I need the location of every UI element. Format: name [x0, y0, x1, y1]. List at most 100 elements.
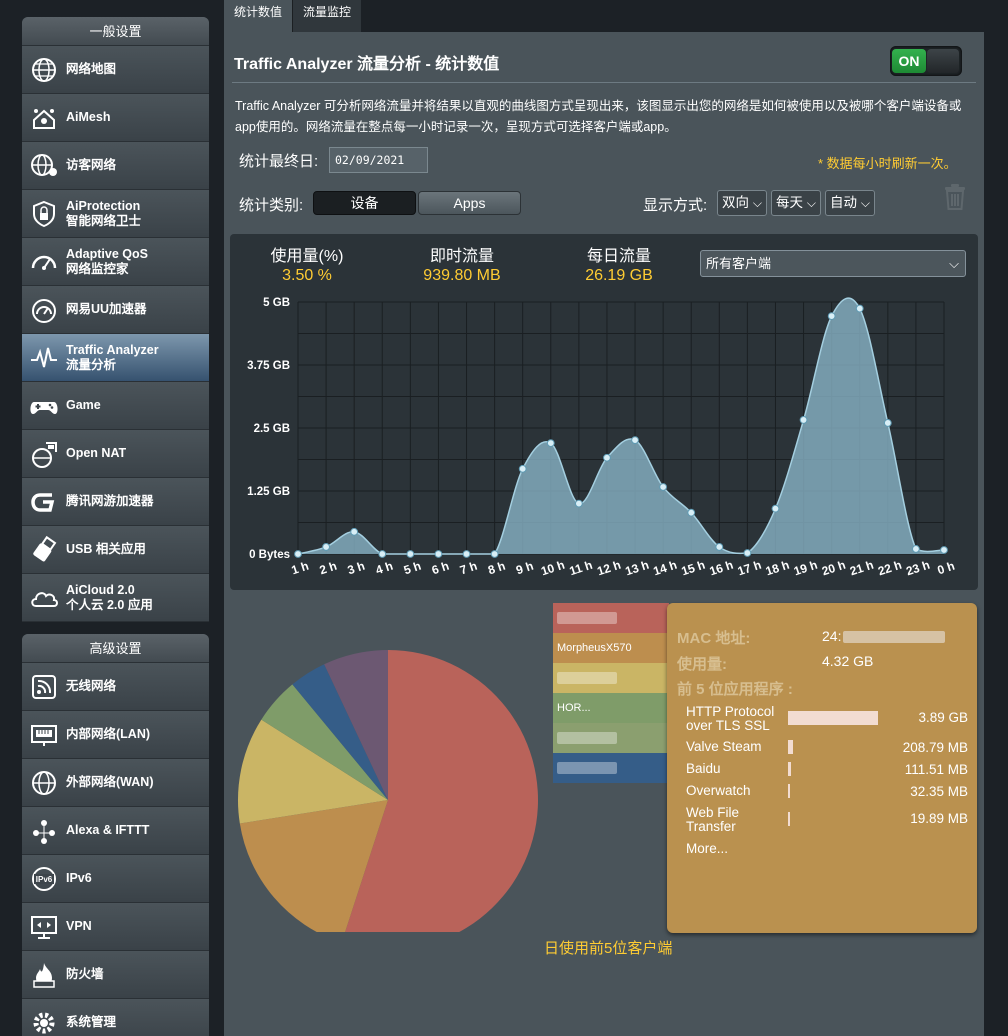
- sidebar-item-wan-globe[interactable]: 外部网络(WAN): [22, 759, 209, 807]
- data-point: [687, 508, 696, 517]
- sidebar-item-label: Adaptive QoS 网络监控家: [66, 246, 148, 276]
- data-point: [350, 527, 359, 536]
- sidebar-item-traffic-pulse[interactable]: Traffic Analyzer 流量分析: [22, 334, 209, 382]
- unit-select[interactable]: 自动 ⌵: [825, 190, 875, 216]
- pie-caption: 日使用前5位客户端: [544, 940, 673, 957]
- sidebar-item-label: 腾讯网游加速器: [66, 494, 154, 508]
- trash-icon[interactable]: [942, 182, 968, 212]
- advanced-settings-menu: 高级设置 无线网络 内部网络(LAN) 外部网络(WAN) Alexa & IFTTT…: [22, 634, 209, 1036]
- sidebar-item-ipv6-globe[interactable]: IPv6 IPv6: [22, 855, 209, 903]
- y-tick-label: 1.25 GB: [247, 486, 290, 498]
- more-apps-link[interactable]: More...: [686, 841, 728, 856]
- sidebar-item-label: VPN: [66, 919, 92, 933]
- display-mode-label: 显示方式:: [643, 197, 708, 214]
- period-select[interactable]: 每天 ⌵: [771, 190, 821, 216]
- legend-item[interactable]: HOR...: [553, 693, 669, 723]
- data-point: [743, 549, 752, 557]
- data-point: [940, 546, 948, 554]
- sidebar-item-label: Traffic Analyzer 流量分析: [66, 342, 159, 372]
- x-tick-label: 14 h: [652, 558, 679, 579]
- category-apps-button[interactable]: Apps: [418, 191, 521, 215]
- x-tick-label: 11 h: [568, 558, 595, 579]
- traffic-analyzer-toggle[interactable]: ON: [890, 46, 962, 76]
- sidebar-item-alexa[interactable]: Alexa & IFTTT: [22, 807, 209, 855]
- sidebar-item-label: 无线网络: [66, 679, 117, 693]
- x-tick-label: 5 h: [402, 559, 423, 578]
- legend-item[interactable]: [553, 753, 669, 783]
- sidebar-item-open-nat[interactable]: Open NAT: [22, 430, 209, 478]
- app-name: Overwatch: [686, 783, 751, 798]
- x-tick-label: 7 h: [458, 559, 479, 578]
- legend-label: MorpheusX570: [557, 642, 632, 654]
- data-point: [378, 550, 387, 558]
- sidebar-item-gamepad[interactable]: Game: [22, 382, 209, 430]
- legend-label-redacted: [557, 672, 617, 685]
- x-tick-label: 16 h: [708, 558, 735, 579]
- tab-traffic-monitor[interactable]: 流量监控: [292, 0, 362, 32]
- data-point: [855, 304, 864, 313]
- x-tick-label: 17 h: [736, 558, 763, 579]
- data-point: [715, 543, 724, 551]
- sidebar-item-globe-map[interactable]: 网络地图: [22, 46, 209, 94]
- alexa-icon: [24, 811, 64, 851]
- legend-item[interactable]: [553, 603, 669, 633]
- legend-item[interactable]: [553, 663, 669, 693]
- legend-item[interactable]: [553, 723, 669, 753]
- data-point: [434, 550, 443, 558]
- description-text: Traffic Analyzer 可分析网络流量并将结果以直观的曲线图方式呈现出…: [235, 99, 962, 134]
- sidebar-item-firewall[interactable]: 防火墙: [22, 951, 209, 999]
- app-name: HTTP Protocol over TLS SSL: [686, 704, 775, 733]
- sidebar-item-wifi[interactable]: 无线网络: [22, 663, 209, 711]
- sidebar-item-speedometer[interactable]: Adaptive QoS 网络监控家: [22, 238, 209, 286]
- x-tick-label: 21 h: [848, 558, 875, 579]
- sidebar-item-label: Game: [66, 398, 101, 412]
- y-tick-label: 2.5 GB: [254, 423, 290, 435]
- x-tick-label: 4 h: [374, 559, 395, 578]
- x-tick-label: 6 h: [430, 559, 451, 578]
- data-point: [294, 550, 302, 558]
- aimesh-icon: [24, 98, 64, 138]
- x-tick-label: 2 h: [318, 559, 339, 578]
- end-date-input[interactable]: 02/09/2021: [329, 147, 428, 173]
- sidebar-item-label: 访客网络: [66, 158, 117, 172]
- sidebar-item-cloud[interactable]: AiCloud 2.0 个人云 2.0 应用: [22, 574, 209, 622]
- x-tick-label: 19 h: [792, 558, 819, 579]
- gamepad-icon: [24, 386, 64, 426]
- y-tick-label: 3.75 GB: [247, 360, 290, 372]
- sidebar-item-guest-globe[interactable]: 访客网络: [22, 142, 209, 190]
- legend-label-redacted: [557, 762, 617, 775]
- ipv6-globe-icon: IPv6: [24, 859, 64, 899]
- sidebar-item-shield-lock[interactable]: AiProtection 智能网络卫士: [22, 190, 209, 238]
- tab-statistics[interactable]: 统计数值: [224, 0, 293, 32]
- sidebar-item-aimesh[interactable]: AiMesh: [22, 94, 209, 142]
- cloud-icon: [24, 578, 64, 618]
- category-devices-button[interactable]: 设备: [313, 191, 416, 215]
- app-usage-bar: [788, 740, 793, 754]
- toggle-knob: [927, 49, 959, 73]
- pie-legend: MorpheusX570 HOR...: [553, 603, 669, 783]
- data-point: [659, 483, 668, 491]
- mac-redacted: [843, 631, 946, 644]
- x-tick-label: 12 h: [595, 558, 622, 579]
- direction-select[interactable]: 双向 ⌵: [717, 190, 767, 216]
- data-point: [912, 545, 920, 553]
- app-usage-value: 208.79 MB: [902, 740, 968, 755]
- sidebar-item-lan[interactable]: 内部网络(LAN): [22, 711, 209, 759]
- data-point: [603, 453, 611, 462]
- x-tick-label: 1 h: [290, 559, 311, 578]
- sidebar-item-tencent-g[interactable]: 腾讯网游加速器: [22, 478, 209, 526]
- sidebar-item-vpn-monitor[interactable]: VPN: [22, 903, 209, 951]
- legend-item[interactable]: MorpheusX570: [553, 633, 669, 663]
- sidebar-item-admin-gear[interactable]: 系统管理: [22, 999, 209, 1036]
- data-point: [406, 550, 415, 558]
- category-label: 统计类别:: [239, 197, 304, 214]
- sidebar-item-uu-gauge[interactable]: 网易UU加速器: [22, 286, 209, 334]
- app-usage-bar: [788, 784, 790, 798]
- sidebar-item-usb[interactable]: USB 相关应用: [22, 526, 209, 574]
- sidebar-item-label: AiCloud 2.0 个人云 2.0 应用: [66, 582, 153, 612]
- page-title: Traffic Analyzer 流量分析 - 统计数值: [234, 56, 500, 73]
- app-name: Web File Transfer: [686, 805, 740, 834]
- legend-label-redacted: [557, 612, 617, 625]
- x-tick-label: 0 h: [936, 559, 957, 578]
- mac-prefix: 24:: [822, 628, 842, 644]
